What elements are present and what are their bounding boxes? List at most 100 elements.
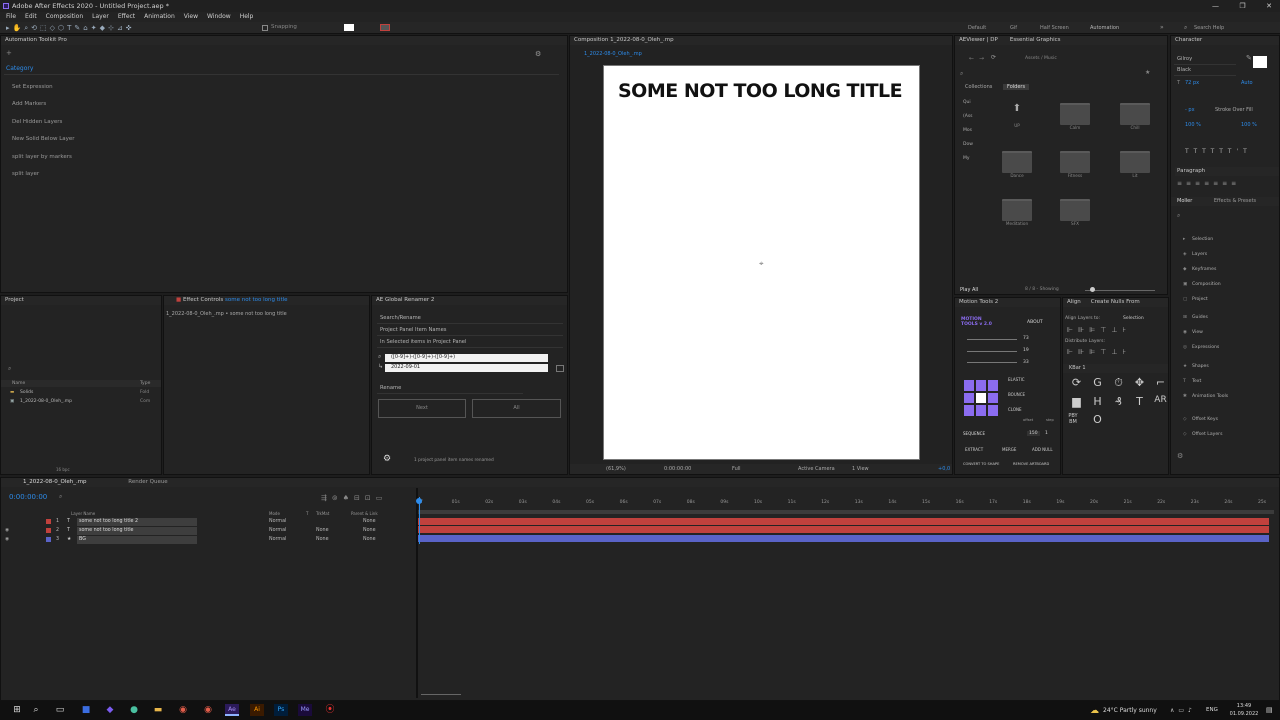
folder-sfx[interactable]: SFX [1055,199,1095,226]
folder-chill[interactable]: Chill [1115,103,1155,130]
vertical-scale-value[interactable]: 100 % [1185,122,1201,128]
windows-start-icon[interactable]: ⊞ [10,704,24,716]
layer-parent[interactable]: None [363,518,376,526]
kbar-button[interactable]: ▆ [1066,395,1087,408]
resolution-select[interactable]: Full [732,464,741,474]
language-indicator[interactable]: ENG [1206,707,1218,713]
kbar-button[interactable]: ⌐ [1150,376,1168,390]
about-button[interactable]: ABOUT [1027,320,1043,325]
kbar-button[interactable]: G [1087,376,1108,390]
folder-up[interactable]: ⬆ UP [997,103,1037,128]
add-markers-button[interactable]: Add Markers [12,101,46,107]
workspace-more[interactable]: » [1160,24,1164,31]
layer-trkmat[interactable]: None [316,527,329,535]
moller-view[interactable]: ◉ View [1183,330,1203,335]
menu-file[interactable]: File [6,13,16,20]
sidebar-item[interactable]: Dow [963,138,981,152]
sidebar-item[interactable]: My [963,152,981,166]
step-input[interactable]: 1 [1045,431,1048,436]
file-explorer-icon[interactable]: ▬ [151,704,165,716]
moller-expressions[interactable]: ◎ Expressions [1183,345,1219,350]
search-icon[interactable]: ⌕ [960,70,963,78]
aeviewer-tab[interactable]: AEViewer | DP [959,36,998,45]
ease-slider-2[interactable] [967,351,1017,352]
moller-animation-tools[interactable]: ✱ Animation Tools [1183,394,1228,399]
kbar-button[interactable]: ✥ [1129,376,1150,390]
layer-bar[interactable] [418,526,1269,533]
search-help-input[interactable]: Search Help [1194,25,1224,31]
moller-keyframes[interactable]: ◆ Keyframes [1183,267,1216,272]
leading-value[interactable]: Auto [1241,80,1253,86]
workspace-half-screen[interactable]: Half Screen [1040,25,1069,31]
render-queue-tab[interactable]: Render Queue [128,479,167,485]
menu-help[interactable]: Help [240,13,254,20]
menu-edit[interactable]: Edit [25,13,37,20]
kbar-button[interactable]: ₰ [1108,395,1129,408]
menu-view[interactable]: View [184,13,198,20]
target-select[interactable]: Project Panel Item Names [377,325,563,336]
workspace-automation[interactable]: Automation [1090,25,1119,31]
zoom-slider[interactable] [421,694,461,695]
next-button[interactable]: Next [378,399,466,418]
moller-tab[interactable]: Moller [1177,198,1192,204]
layer-mode[interactable]: Normal [269,536,286,544]
folder-meditation[interactable]: Meditation [997,199,1037,226]
clock[interactable]: 13:49 [1230,703,1258,709]
bpc-label[interactable]: 16 bpc [56,467,70,472]
project-row[interactable]: ▬ Solids Fold [1,389,161,397]
moller-composition[interactable]: ▣ Composition [1183,282,1221,287]
sidebar-item[interactable]: (Ass [963,110,981,124]
menu-window[interactable]: Window [207,13,231,20]
essential-graphics-tab[interactable]: Essential Graphics [1010,36,1061,45]
app-icon[interactable]: ◆ [103,704,117,716]
moller-layers[interactable]: ◈ Layers [1183,252,1207,257]
layer-row[interactable]: 1 T some not too long title 2 Normal Non… [1,518,416,526]
create-nulls-tab[interactable]: Create Nulls From [1091,298,1140,307]
layer-row[interactable]: ◉ 2 T some not too long title Normal Non… [1,527,416,535]
convert-to-shape-button[interactable]: CONVERT TO SHAPE [963,462,999,466]
scope-select[interactable]: In Selected items in Project Panel [377,337,563,348]
moller-offset-layers[interactable]: ◇ Offset Layers [1183,432,1222,437]
workspace-gif[interactable]: Gif [1010,25,1017,31]
ease-slider-1[interactable] [967,339,1017,340]
kbar-button[interactable]: O [1087,413,1108,426]
time-ruler[interactable]: 0f01s02s03s04s05s06s07s08s09s10s11s12s13… [418,497,1274,509]
exposure-value[interactable]: +0,0 [938,464,950,474]
composition-subtab[interactable]: 1_2022-08-0_Oleh_.mp [584,51,642,57]
moller-guides[interactable]: ⊞ Guides [1183,315,1208,320]
elastic-button[interactable]: ELASTIC [1008,377,1025,382]
folders-tab[interactable]: Folders [1003,84,1030,90]
tray-icons[interactable]: ∧▭♪ [1170,707,1196,714]
app-icon[interactable]: ■ [79,704,93,716]
close-button[interactable]: ✕ [1266,0,1272,12]
bounce-button[interactable]: BOUNCE [1008,392,1025,397]
find-input[interactable]: ([0-9]+)-([0-9]+)-([0-9]+) [385,354,548,362]
replace-input[interactable]: 2022-09-01 [385,364,548,372]
stroke-mode-select[interactable]: Stroke Over Fill [1215,107,1253,113]
folder-calm[interactable]: Calm [1055,103,1095,130]
back-icon[interactable]: ← [969,55,974,62]
layer-name[interactable]: some not too long title 2 [77,518,197,526]
sequence-button[interactable]: SEQUENCE [963,431,985,436]
photoshop-icon[interactable]: Ps [274,704,288,716]
snapping-checkbox[interactable] [262,25,268,31]
views-select[interactable]: 1 View [852,464,869,474]
folder-dance[interactable]: Dance [997,151,1037,178]
composition-tab[interactable]: Composition 1_2022-08-0_Oleh_.mp [570,36,952,45]
search-icon[interactable]: ⌕ [1184,24,1187,32]
camera-select[interactable]: Active Camera [798,464,835,474]
layer-mode[interactable]: Normal [269,518,286,526]
record-icon[interactable]: ⦿ [323,704,337,716]
split-layer-button[interactable]: split layer [12,171,39,177]
layer-parent[interactable]: None [363,536,376,544]
eye-icon[interactable]: ◉ [5,536,9,544]
label-color[interactable] [46,537,51,542]
kbar-button[interactable]: ⏱ [1108,376,1129,390]
align-tab[interactable]: Align [1067,298,1081,307]
distribute-icons[interactable]: ⊩⊪⊫⊤⊥⊦ [1067,348,1131,356]
tool-icons[interactable]: ▸✋⌕⟲⬚◇⬡T✎⌂✦◆⊹⊿✜ [6,24,135,33]
moller-text[interactable]: T Text [1183,379,1201,384]
folder-lit[interactable]: Lit [1115,151,1155,178]
project-row[interactable]: ▣ 1_2022-08-0_Oleh_.mp Com [1,398,161,406]
play-all-button[interactable]: Play All [960,287,978,293]
